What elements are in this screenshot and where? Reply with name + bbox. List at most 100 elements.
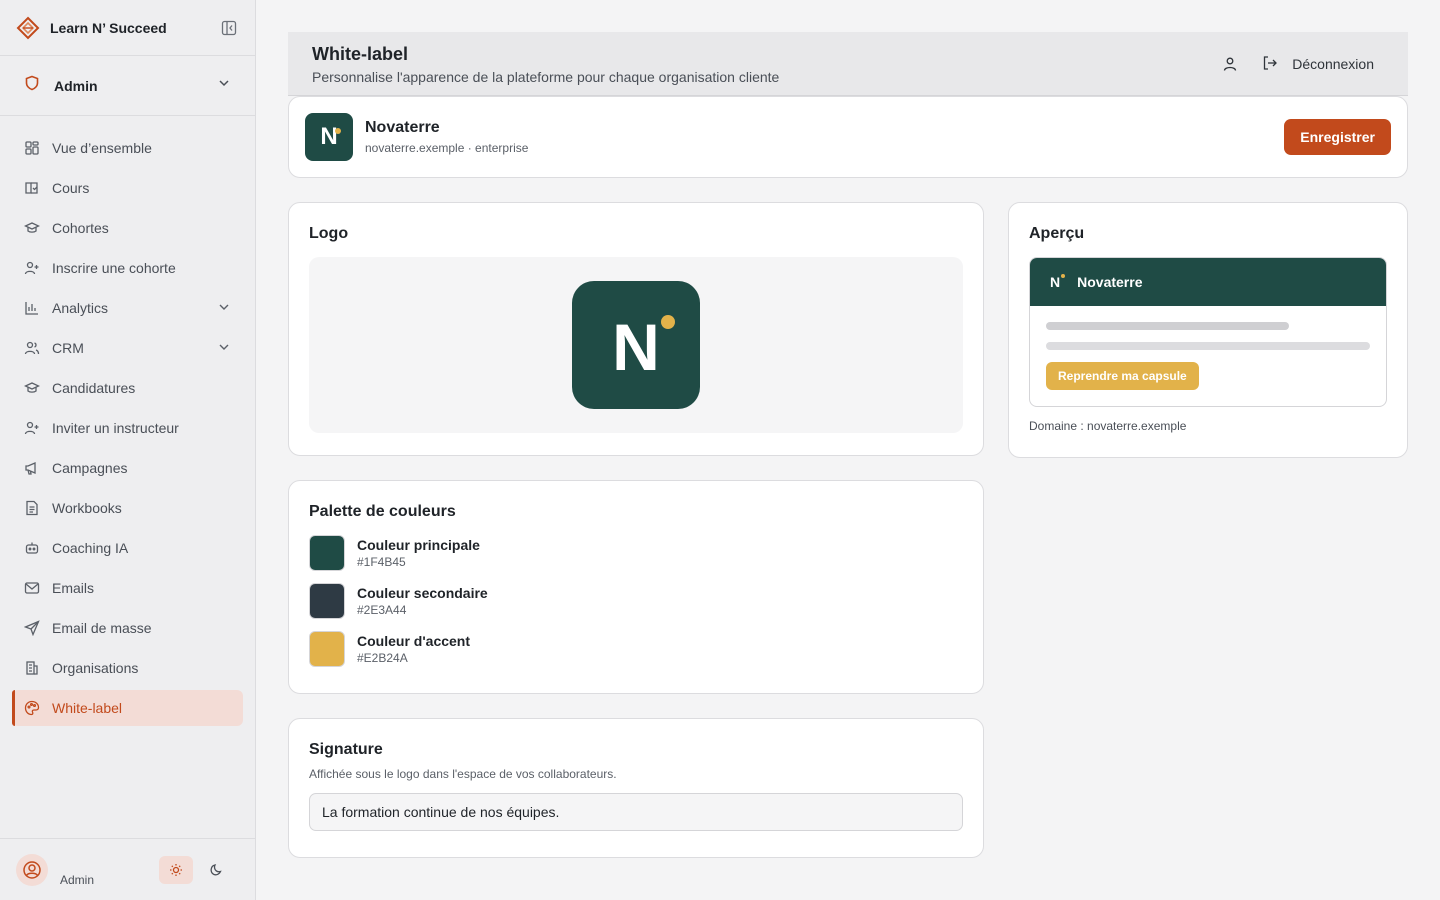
palette-icon	[24, 700, 40, 716]
sidebar-item-label: Inscrire une cohorte	[52, 260, 176, 276]
color-name: Couleur d'accent	[357, 633, 471, 649]
sidebar-item-label: Campagnes	[52, 460, 128, 476]
save-button[interactable]: Enregistrer	[1284, 119, 1391, 155]
role-selector[interactable]: Admin	[0, 56, 255, 116]
brand-logo-icon	[16, 16, 40, 40]
book-check-icon	[24, 180, 40, 196]
logout-label: Déconnexion	[1292, 56, 1374, 72]
sidebar-footer: Admin	[0, 838, 255, 900]
color-hex: #1F4B45	[357, 555, 406, 569]
sidebar: Learn N’ Succeed Admin Vue d’ensemble Co…	[0, 0, 256, 900]
sidebar-item-crm[interactable]: CRM	[12, 330, 243, 366]
preview-placeholder-line	[1046, 322, 1289, 330]
graduation-cap-icon	[24, 380, 40, 396]
sidebar-item-label: Vue d’ensemble	[52, 140, 152, 156]
color-name: Couleur principale	[357, 537, 480, 553]
sidebar-item-inviter-instructeur[interactable]: Inviter un instructeur	[12, 410, 243, 446]
logo-preview-dot	[661, 315, 675, 329]
theme-toggle	[159, 855, 233, 884]
org-meta: novaterre.exemple · enterprise	[365, 141, 529, 155]
color-swatch[interactable]	[309, 583, 345, 619]
sidebar-item-label: CRM	[52, 340, 84, 356]
file-text-icon	[24, 500, 40, 516]
sidebar-item-cours[interactable]: Cours	[12, 170, 243, 206]
page-header: White-label Personnalise l'apparence de …	[288, 32, 1408, 96]
color-row-secondary: Couleur secondaire #2E3A44	[309, 583, 963, 619]
organization-card: N Novaterre novaterre.exemple · enterpri…	[288, 96, 1408, 178]
send-icon	[24, 620, 40, 636]
sidebar-item-workbooks[interactable]: Workbooks	[12, 490, 243, 526]
dashboard-icon	[24, 140, 40, 156]
bar-chart-icon	[24, 300, 40, 316]
color-row-accent: Couleur d'accent #E2B24A	[309, 631, 963, 667]
logout-button[interactable]: Déconnexion	[1262, 55, 1374, 74]
sidebar-item-label: Email de masse	[52, 620, 152, 636]
signature-card: Signature Affichée sous le logo dans l'e…	[288, 718, 984, 858]
mail-icon	[24, 580, 40, 596]
role-label: Admin	[54, 77, 98, 94]
preview-domain: Domaine : novaterre.exemple	[1029, 419, 1187, 433]
color-swatch[interactable]	[309, 535, 345, 571]
preview-placeholder-line	[1046, 342, 1370, 350]
color-hex: #E2B24A	[357, 651, 408, 665]
palette-section-title: Palette de couleurs	[309, 503, 456, 520]
sidebar-item-coaching-ia[interactable]: Coaching IA	[12, 530, 243, 566]
app-name: Learn N’ Succeed	[50, 19, 167, 36]
logo-section-title: Logo	[309, 225, 349, 242]
logo-preview: N	[572, 281, 700, 409]
sidebar-item-white-label[interactable]: White-label	[12, 690, 243, 726]
brand-header: Learn N’ Succeed	[0, 0, 255, 56]
preview-card: Aperçu N Novaterre Reprendre ma capsule …	[1008, 202, 1408, 458]
logout-icon	[1262, 55, 1278, 74]
collapse-sidebar-icon[interactable]	[219, 18, 239, 38]
chevron-down-icon	[217, 300, 231, 317]
sidebar-item-campagnes[interactable]: Campagnes	[12, 450, 243, 486]
building-icon	[24, 660, 40, 676]
sidebar-item-label: Cohortes	[52, 220, 109, 236]
sidebar-item-label: Coaching IA	[52, 540, 129, 556]
signature-input[interactable]: La formation continue de nos équipes.	[309, 793, 963, 831]
avatar[interactable]	[16, 853, 48, 886]
sidebar-item-emails[interactable]: Emails	[12, 570, 243, 606]
preview-logo-dot	[1061, 274, 1066, 278]
logo-preview-letter: N	[612, 310, 660, 384]
sidebar-item-candidatures[interactable]: Candidatures	[12, 370, 243, 406]
megaphone-icon	[24, 460, 40, 476]
color-swatch[interactable]	[309, 631, 345, 667]
sidebar-item-cohortes[interactable]: Cohortes	[12, 210, 243, 246]
sun-icon[interactable]	[159, 855, 193, 884]
sidebar-item-analytics[interactable]: Analytics	[12, 290, 243, 326]
palette-card: Palette de couleurs Couleur principale #…	[288, 480, 984, 694]
sidebar-item-label: Inviter un instructeur	[52, 420, 179, 436]
chevron-down-icon	[217, 76, 231, 95]
org-logo: N	[305, 113, 353, 161]
users-icon	[24, 340, 40, 356]
preview-logo-letter: N	[1050, 274, 1061, 290]
logo-dropzone[interactable]: N	[309, 257, 963, 433]
color-row-primary: Couleur principale #1F4B45	[309, 535, 963, 571]
sidebar-item-label: Organisations	[52, 660, 139, 676]
bot-icon	[24, 540, 40, 556]
sidebar-item-vue-ensemble[interactable]: Vue d’ensemble	[12, 130, 243, 166]
preview-header: N Novaterre	[1030, 258, 1386, 306]
org-info: Novaterre novaterre.exemple · enterprise	[365, 119, 528, 155]
sidebar-item-email-masse[interactable]: Email de masse	[12, 610, 243, 646]
preview-cta-button[interactable]: Reprendre ma capsule	[1046, 362, 1199, 390]
org-logo-letter: N	[320, 123, 338, 150]
moon-icon[interactable]	[199, 856, 233, 884]
sidebar-item-inscrire-cohorte[interactable]: Inscrire une cohorte	[12, 250, 243, 286]
sidebar-item-label: White-label	[52, 700, 123, 716]
sidebar-item-label: Emails	[52, 580, 95, 596]
preview-org-name: Novaterre	[1077, 274, 1143, 290]
preview-section-title: Aperçu	[1029, 225, 1085, 242]
user-plus-icon	[24, 420, 40, 436]
preview-frame: N Novaterre Reprendre ma capsule	[1029, 257, 1387, 407]
chevron-down-icon	[217, 340, 231, 357]
sidebar-item-label: Workbooks	[52, 500, 122, 516]
preview-body: Reprendre ma capsule	[1030, 306, 1386, 406]
org-name: Novaterre	[365, 119, 440, 136]
color-name: Couleur secondaire	[357, 585, 488, 601]
logo-card: Logo N	[288, 202, 984, 456]
sidebar-item-organisations[interactable]: Organisations	[12, 650, 243, 686]
user-icon[interactable]	[1220, 54, 1240, 74]
